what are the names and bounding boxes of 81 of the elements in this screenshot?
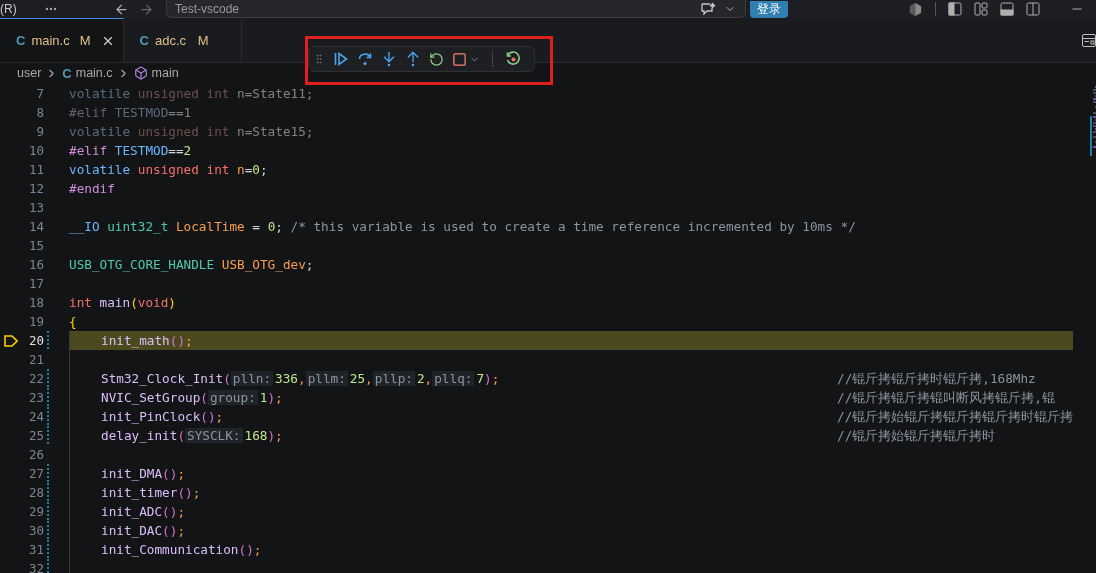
line-number: 22 bbox=[27, 370, 44, 388]
restart-icon[interactable] bbox=[505, 51, 521, 67]
code-line: init_math(); bbox=[101, 332, 193, 350]
line-number: 28 bbox=[27, 484, 44, 502]
code-line: init_timer(); bbox=[101, 484, 201, 502]
code-line: init_DMA(); bbox=[101, 465, 186, 483]
code-line: delay_init(SYSCLK: 168); bbox=[101, 427, 284, 445]
line-number: 10 bbox=[27, 142, 44, 160]
login-button[interactable]: 登录 bbox=[750, 0, 788, 18]
code-comment: //锟斤拷始锟斤拷锟斤拷锟斤拷时锟斤拷 bbox=[837, 408, 1074, 426]
code-line: int main(void) bbox=[69, 294, 176, 312]
line-number: 12 bbox=[27, 180, 44, 198]
code-line: USB_OTG_CORE_HANDLE USB_OTG_dev; bbox=[69, 256, 314, 274]
command-center-field[interactable]: Test-vscode bbox=[166, 0, 746, 18]
code-line: volatile unsigned int n=State15; bbox=[69, 123, 314, 141]
layout-icon[interactable] bbox=[974, 2, 988, 16]
line-number: 27 bbox=[27, 465, 44, 483]
line-number: 13 bbox=[27, 199, 44, 217]
layout-toggle-icon[interactable] bbox=[1082, 33, 1096, 47]
code-comment: //锟斤拷锟斤拷锟叫断风拷锟斤拷,锟 bbox=[837, 389, 1055, 407]
cube-icon bbox=[133, 66, 148, 80]
code-line: #endif bbox=[69, 180, 115, 198]
line-number: 24 bbox=[27, 408, 44, 426]
code-line: NVIC_SetGroup(group: 1); bbox=[101, 389, 284, 407]
stop-icon[interactable] bbox=[452, 51, 467, 67]
forward-arrow-icon[interactable] bbox=[139, 1, 154, 17]
tab-label[interactable]: main.c bbox=[31, 33, 70, 48]
modified-status-label: M bbox=[196, 33, 210, 48]
code-comment: //锟斤拷锟斤拷时锟斤拷,168Mhz bbox=[837, 370, 1036, 388]
code-line: init_ADC(); bbox=[101, 503, 186, 521]
editor-tab[interactable]: C main.c M bbox=[0, 18, 124, 62]
modified-status-label: M bbox=[78, 33, 92, 48]
line-number: 17 bbox=[27, 275, 44, 293]
line-number: 7 bbox=[35, 85, 44, 103]
line-number: 21 bbox=[27, 351, 44, 369]
panel-bottom-icon[interactable] bbox=[1000, 2, 1014, 16]
code-line: init_DAC(); bbox=[101, 522, 186, 540]
tab-label[interactable]: adc.c bbox=[154, 33, 186, 48]
line-number: 19 bbox=[27, 313, 44, 331]
line-number: 15 bbox=[27, 237, 44, 255]
breadcrumb-item[interactable]: main bbox=[151, 66, 179, 80]
line-number: 30 bbox=[27, 522, 44, 540]
line-number: 29 bbox=[27, 503, 44, 521]
c-file-icon: C bbox=[16, 33, 26, 48]
c-file-icon: C bbox=[62, 65, 72, 81]
code-line: init_PinClock(); bbox=[101, 408, 225, 426]
line-number: 23 bbox=[27, 389, 44, 407]
step-into-icon[interactable] bbox=[381, 51, 397, 67]
line-number: 11 bbox=[27, 161, 44, 179]
line-number: 20 bbox=[27, 332, 44, 350]
step-out-icon[interactable] bbox=[405, 51, 421, 67]
step-over-icon[interactable] bbox=[357, 51, 373, 67]
line-number: 14 bbox=[27, 218, 44, 236]
line-number: 16 bbox=[27, 256, 44, 274]
chat-sparkle-icon[interactable] bbox=[700, 2, 716, 16]
code-comment: //锟斤拷始锟斤拷锟斤拷时 bbox=[837, 427, 996, 445]
code-line: #elif TESTMOD==1 bbox=[69, 104, 192, 122]
line-number: 25 bbox=[27, 427, 44, 445]
code-line: volatile unsigned int n=State11; bbox=[69, 85, 314, 103]
panel-left-icon[interactable] bbox=[948, 2, 962, 16]
code-line: init_Communication(); bbox=[101, 541, 262, 559]
line-number: 31 bbox=[27, 541, 44, 559]
code-line: __IO uint32_t LocalTime = 0; /* this variable is used to create a time reference incremented by 10ms */ bbox=[69, 218, 856, 236]
code-line: Stm32_Clock_Init(plln: 336,pllm: 25,pllp: 2,pllq: 7); bbox=[101, 370, 501, 388]
menu-item[interactable]: (R) bbox=[0, 2, 30, 16]
cube-icon[interactable] bbox=[908, 1, 923, 17]
line-number: 32 bbox=[27, 560, 44, 573]
code-line: volatile unsigned int n=0; bbox=[69, 161, 268, 179]
breadcrumb-item[interactable]: main.c bbox=[75, 66, 113, 80]
breadcrumb-item[interactable]: user bbox=[17, 66, 42, 80]
continue-icon[interactable] bbox=[333, 51, 349, 67]
code-line: { bbox=[69, 313, 77, 331]
line-number: 26 bbox=[27, 446, 44, 464]
restart-icon[interactable] bbox=[429, 51, 444, 67]
line-number: 18 bbox=[27, 294, 44, 312]
panel-right-icon[interactable] bbox=[1026, 2, 1040, 16]
drag-handle-icon[interactable] bbox=[313, 53, 325, 65]
line-number: 9 bbox=[35, 123, 44, 141]
c-file-icon: C bbox=[139, 33, 149, 48]
code-line: #elif TESTMOD==2 bbox=[69, 142, 192, 160]
line-number: 8 bbox=[35, 104, 44, 122]
